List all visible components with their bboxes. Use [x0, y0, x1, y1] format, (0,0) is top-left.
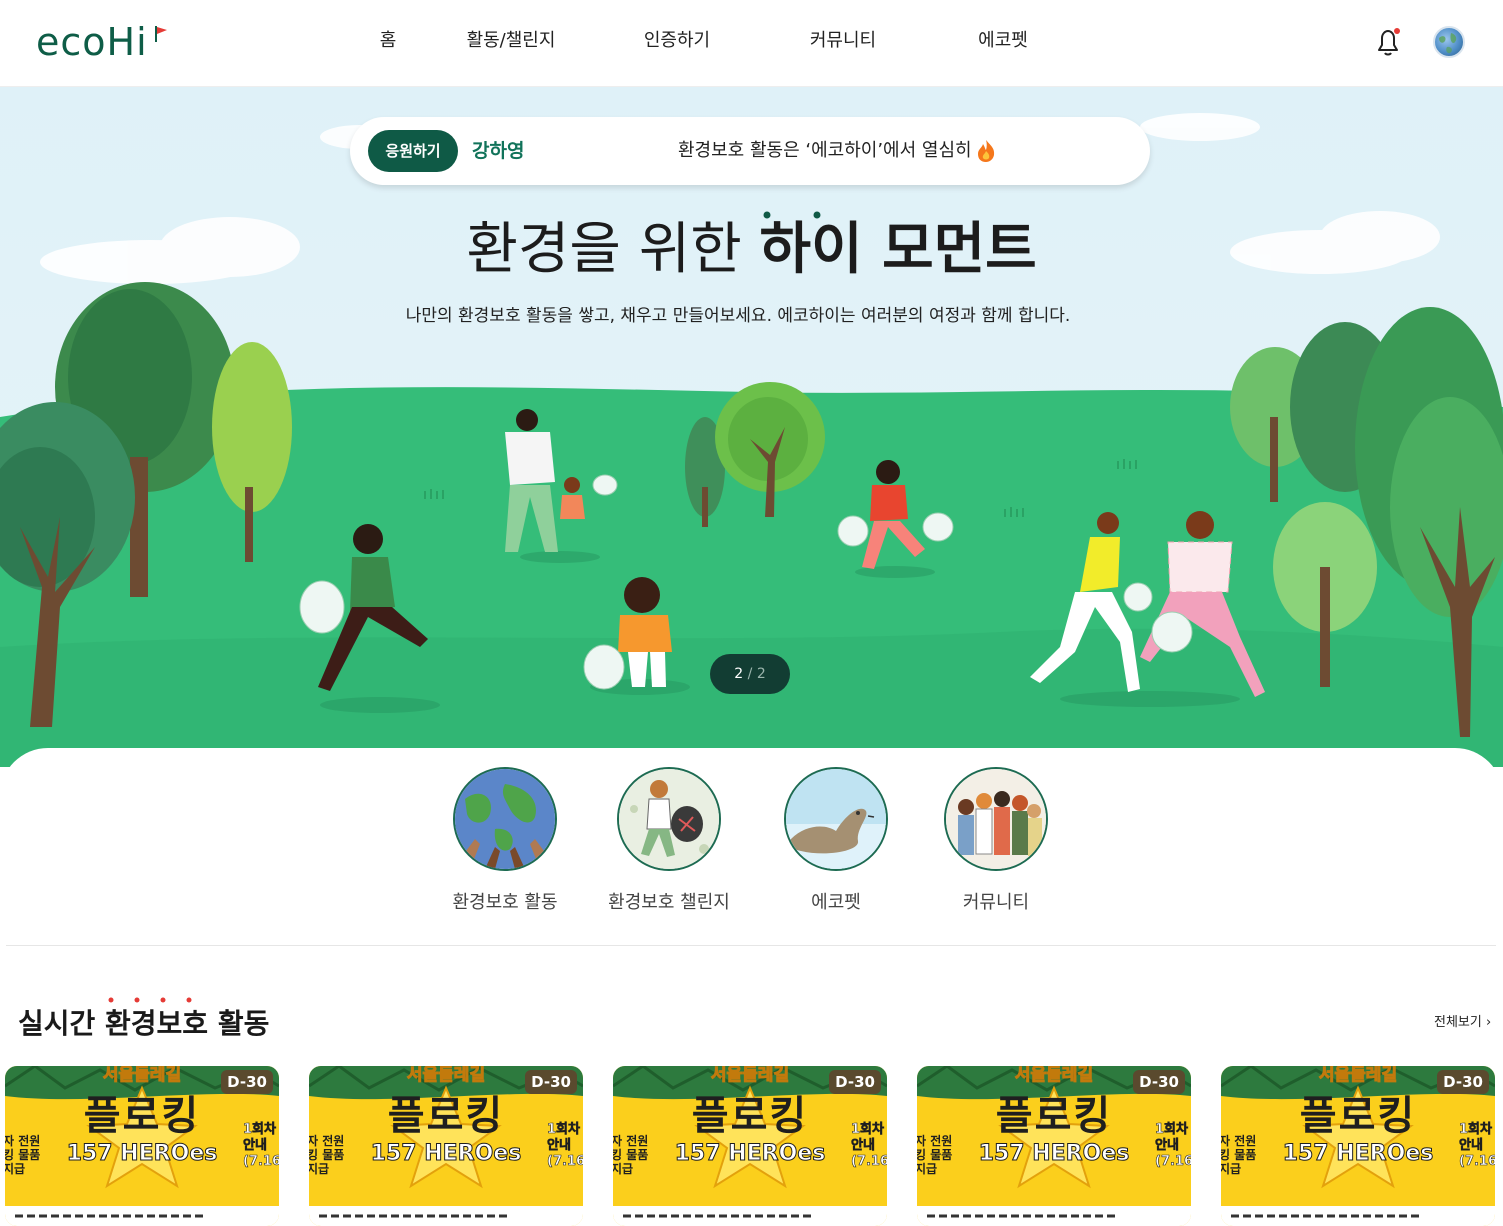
card-right-text: 1회차 안내 (7.16 [1459, 1122, 1495, 1170]
section-title: 실시간 환경보호 활동 [18, 1007, 270, 1040]
pager-current: 2 [734, 666, 744, 682]
see-all-label: 전체보기 [1434, 1015, 1482, 1030]
card-top-text: 서울둘레길 [1318, 1066, 1398, 1086]
activity-card[interactable]: D-30 서울둘레길 플로킹 157 HEROes 자 전원 킹 물품 지급 1회차 안내… [309, 1066, 583, 1226]
card-main-text: 플로킹 [691, 1093, 809, 1139]
nav-community[interactable]: 커뮤니티 [768, 26, 918, 56]
nav-verify[interactable]: 인증하기 [586, 26, 768, 56]
nav-ecopet[interactable]: 에코펫 [918, 26, 1088, 56]
see-all-link[interactable]: 전체보기 › [1434, 1014, 1491, 1032]
card-sub-text: 157 HEROes [1282, 1141, 1434, 1167]
category-environment-activity[interactable]: 환경보호 활동 [449, 767, 561, 915]
cheer-username: 강하영 [472, 140, 525, 162]
hero-banner[interactable]: 응원하기 강하영 환경보호 활동은 ‘에코하이’에서 열심히 환경을 위한 하이… [0, 87, 1503, 767]
activity-card[interactable]: D-30 서울둘레길 플로킹 157 HEROes 자 전원 킹 물품 지급 1회차 안내… [1221, 1066, 1495, 1226]
seal-icon [784, 767, 888, 871]
card-left-text: 자 전원 킹 물품 지급 [5, 1134, 41, 1176]
notification-bell-icon[interactable] [1370, 24, 1406, 60]
fire-icon [977, 140, 994, 162]
card-right-text: 1회차 안내 (7.16 [851, 1122, 887, 1170]
main-content: 환경보호 활동 환경보호 챌린지 에코펫 커뮤니티 실시간 환경보호 활동 전체… [0, 748, 1503, 1226]
hero-title-bold: 하이 모먼트 [759, 217, 1037, 282]
nav-activity-challenge[interactable]: 활동/챌린지 [436, 26, 586, 56]
avatar-globe-icon [1439, 33, 1457, 54]
slide-pager[interactable]: 2 / 2 [710, 654, 790, 694]
card-sub-text: 157 HEROes [674, 1141, 826, 1167]
card-right-text: 1회차 안내 (7.16 [547, 1122, 583, 1170]
logo[interactable]: ecoHi [36, 22, 176, 62]
card-top-text: 서울둘레길 [1014, 1066, 1094, 1086]
card-left-text: 자 전원 킹 물품 지급 [613, 1134, 649, 1176]
card-main-text: 플로킹 [995, 1093, 1113, 1139]
user-avatar[interactable] [1433, 26, 1465, 58]
card-left-text: 자 전원 킹 물품 지급 [917, 1134, 953, 1176]
hero-title-regular: 환경을 위한 [466, 217, 760, 282]
activity-card[interactable]: D-30 서울둘레길 플로킹 157 HEROes 자 전원 킹 물품 지급 1회차 안내… [5, 1066, 279, 1226]
card-top-text: 서울둘레길 [102, 1066, 182, 1086]
cheer-ticker: 응원하기 강하영 환경보호 활동은 ‘에코하이’에서 열심히 [350, 117, 1150, 185]
site-header: ecoHi 홈 활동/챌린지 인증하기 커뮤니티 에코펫 [0, 0, 1503, 87]
activity-card[interactable]: D-30 서울둘레길 플로킹 157 HEROes 자 전원 킹 물품 지급 1회차 안내… [613, 1066, 887, 1226]
category-label: 커뮤니티 [962, 892, 1030, 913]
category-ecopet[interactable]: 에코펫 [781, 767, 891, 915]
card-main-text: 플로킹 [387, 1093, 505, 1139]
card-sub-text: 157 HEROes [978, 1141, 1130, 1167]
hero-subtitle: 나만의 환경보호 활동을 쌓고, 채우고 만들어보세요. 에코하이는 여러분의 … [405, 306, 1071, 326]
chevron-right-icon: › [1485, 1015, 1492, 1030]
earth-hands-icon [453, 767, 557, 871]
pager-total: 2 [756, 666, 766, 682]
plogging-illustration-icon [617, 767, 721, 871]
category-label: 환경보호 챌린지 [608, 892, 730, 913]
card-top-text: 서울둘레길 [406, 1066, 486, 1086]
cheer-message: 환경보호 활동은 ‘에코하이’에서 열심히 [678, 137, 996, 165]
card-left-text: 자 전원 킹 물품 지급 [1221, 1134, 1257, 1176]
card-top-text: 서울둘레길 [710, 1066, 790, 1086]
pager-separator: / [743, 666, 757, 682]
category-label: 에코펫 [811, 892, 861, 913]
title-accent-dots [108, 997, 192, 1003]
hero-title: 환경을 위한 하이 모먼트 [0, 215, 1503, 285]
section-divider [6, 945, 1496, 946]
card-main-text: 플로킹 [83, 1093, 201, 1139]
cheer-message-text: 환경보호 활동은 ‘에코하이’에서 열심히 [678, 140, 972, 161]
card-left-text: 자 전원 킹 물품 지급 [309, 1134, 345, 1176]
category-community[interactable]: 커뮤니티 [942, 767, 1050, 915]
people-group-icon [944, 767, 1048, 871]
nav-home[interactable]: 홈 [340, 26, 436, 56]
main-nav: 홈 활동/챌린지 인증하기 커뮤니티 에코펫 [340, 26, 1088, 56]
card-sub-text: 157 HEROes [370, 1141, 522, 1167]
activity-card[interactable]: D-30 서울둘레길 플로킹 157 HEROes 자 전원 킹 물품 지급 1회차 안내… [917, 1066, 1191, 1226]
logo-text: ecoHi [36, 20, 148, 64]
card-right-text: 1회차 안내 (7.16 [1155, 1122, 1191, 1170]
flag-icon [155, 26, 167, 42]
category-environment-challenge[interactable]: 환경보호 챌린지 [606, 767, 732, 915]
cheer-button[interactable]: 응원하기 [368, 130, 458, 172]
card-sub-text: 157 HEROes [66, 1141, 218, 1167]
card-main-text: 플로킹 [1299, 1093, 1417, 1139]
category-label: 환경보호 활동 [452, 892, 558, 913]
card-right-text: 1회차 안내 (7.16 [243, 1122, 279, 1170]
